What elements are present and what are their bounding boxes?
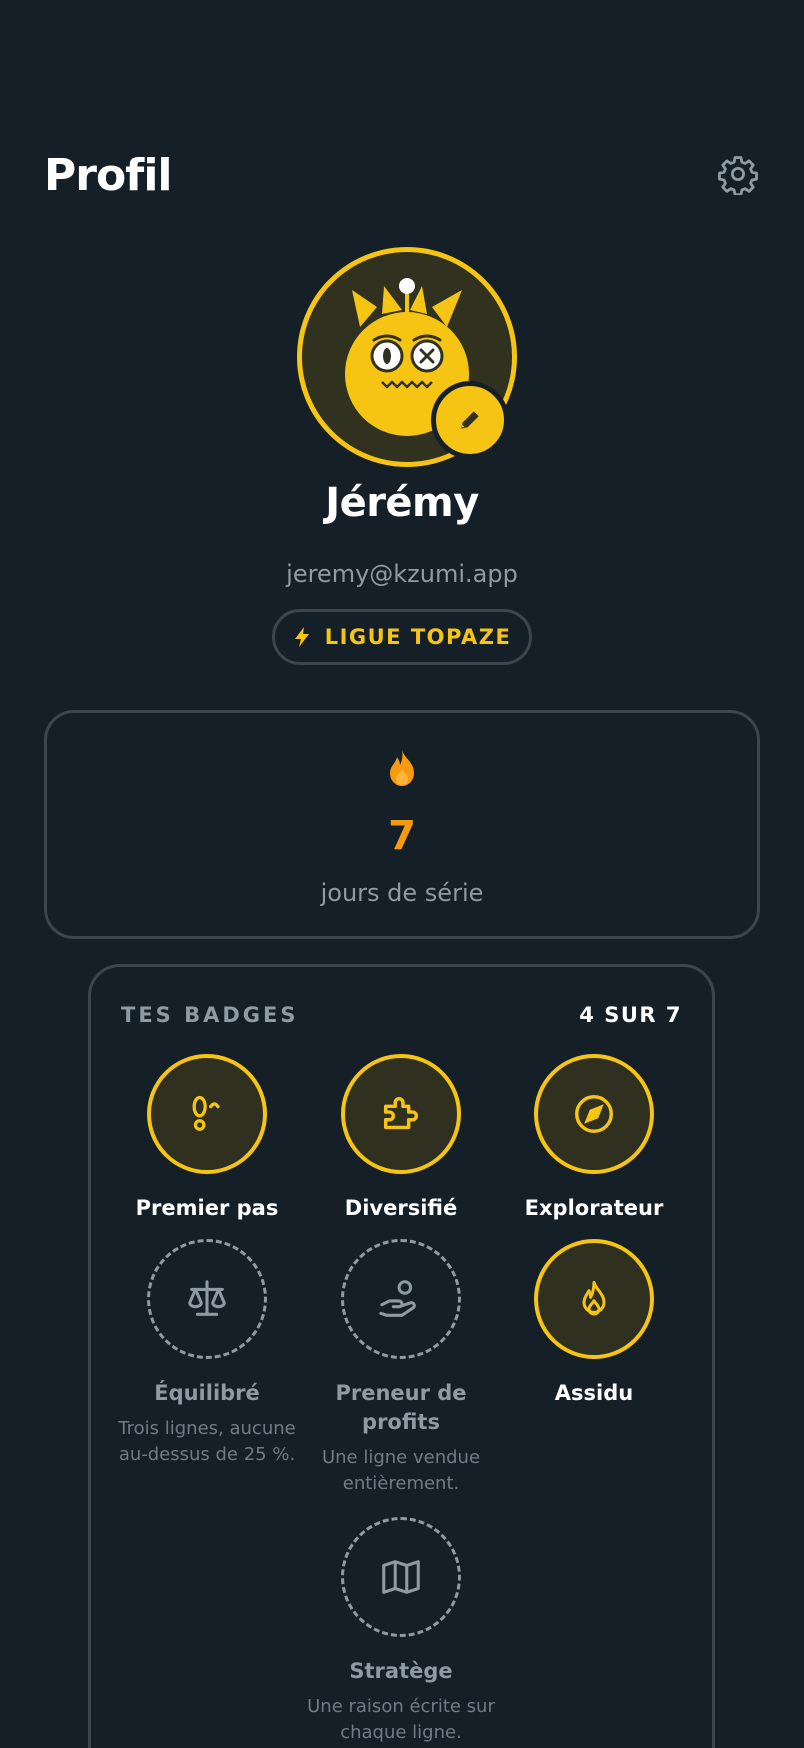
badge-assidu[interactable]: Assidu xyxy=(499,1239,689,1408)
page-title: Profil xyxy=(44,150,172,201)
header: Profil xyxy=(44,150,760,210)
flame-icon xyxy=(390,750,414,786)
badge-name: Explorateur xyxy=(524,1196,664,1220)
badge-description: Une raison écrite sur chaque ligne. xyxy=(307,1696,495,1743)
scale-icon xyxy=(188,1280,226,1316)
map-icon xyxy=(382,1560,420,1594)
badges-title: TES BADGES xyxy=(121,1003,299,1027)
badge-circle xyxy=(341,1239,461,1359)
flame-icon xyxy=(582,1280,606,1316)
avatar-container xyxy=(297,247,517,467)
footprints-icon xyxy=(192,1095,220,1131)
badge-diversifie[interactable]: Diversifié xyxy=(306,1054,496,1223)
streak-card: 7 jours de série xyxy=(44,710,760,939)
gear-icon xyxy=(718,156,758,195)
league-badge[interactable]: LIGUE TOPAZE xyxy=(272,609,532,665)
badge-name: Stratège xyxy=(349,1659,453,1683)
league-label: LIGUE TOPAZE xyxy=(324,625,512,649)
hand-person-icon xyxy=(379,1280,416,1317)
badge-circle xyxy=(147,1239,267,1359)
compass-icon xyxy=(575,1095,613,1133)
badge-name: Premier pas xyxy=(135,1196,279,1220)
badge-premier-pas[interactable]: Premier pas xyxy=(112,1054,302,1223)
edit-avatar-button[interactable] xyxy=(431,381,509,459)
badge-circle xyxy=(341,1054,461,1174)
badge-stratege[interactable]: Stratège Une raison écrite sur chaque li… xyxy=(306,1517,496,1746)
pencil-icon xyxy=(461,411,479,429)
badges-count: 4 SUR 7 xyxy=(579,1003,682,1027)
badge-circle xyxy=(534,1054,654,1174)
badge-description: Trois lignes, aucune au-dessus de 25 %. xyxy=(118,1418,296,1465)
badge-name: Assidu xyxy=(554,1381,634,1405)
badge-circle xyxy=(341,1517,461,1637)
badges-card: TES BADGES 4 SUR 7 Premier pas Diversifi… xyxy=(88,964,715,1748)
user-email: jeremy@kzumi.app xyxy=(286,560,518,588)
badge-name: Diversifié xyxy=(344,1196,458,1220)
badge-equilibre[interactable]: Équilibré Trois lignes, aucune au-dessus… xyxy=(112,1239,302,1468)
badge-circle xyxy=(147,1054,267,1174)
settings-button[interactable] xyxy=(716,152,760,196)
badge-preneur-de-profits[interactable]: Preneur de profits Une ligne vendue enti… xyxy=(306,1239,496,1497)
badge-name: Preneur de profits xyxy=(335,1381,467,1434)
streak-label: jours de série xyxy=(320,879,484,907)
user-name: Jérémy xyxy=(325,480,479,526)
badge-name: Équilibré xyxy=(154,1381,260,1405)
lightning-icon xyxy=(294,627,309,647)
streak-value: 7 xyxy=(388,813,416,859)
puzzle-icon xyxy=(383,1096,419,1130)
badge-circle xyxy=(534,1239,654,1359)
badge-description: Une ligne vendue entièrement. xyxy=(321,1447,481,1494)
badge-explorateur[interactable]: Explorateur xyxy=(499,1054,689,1223)
